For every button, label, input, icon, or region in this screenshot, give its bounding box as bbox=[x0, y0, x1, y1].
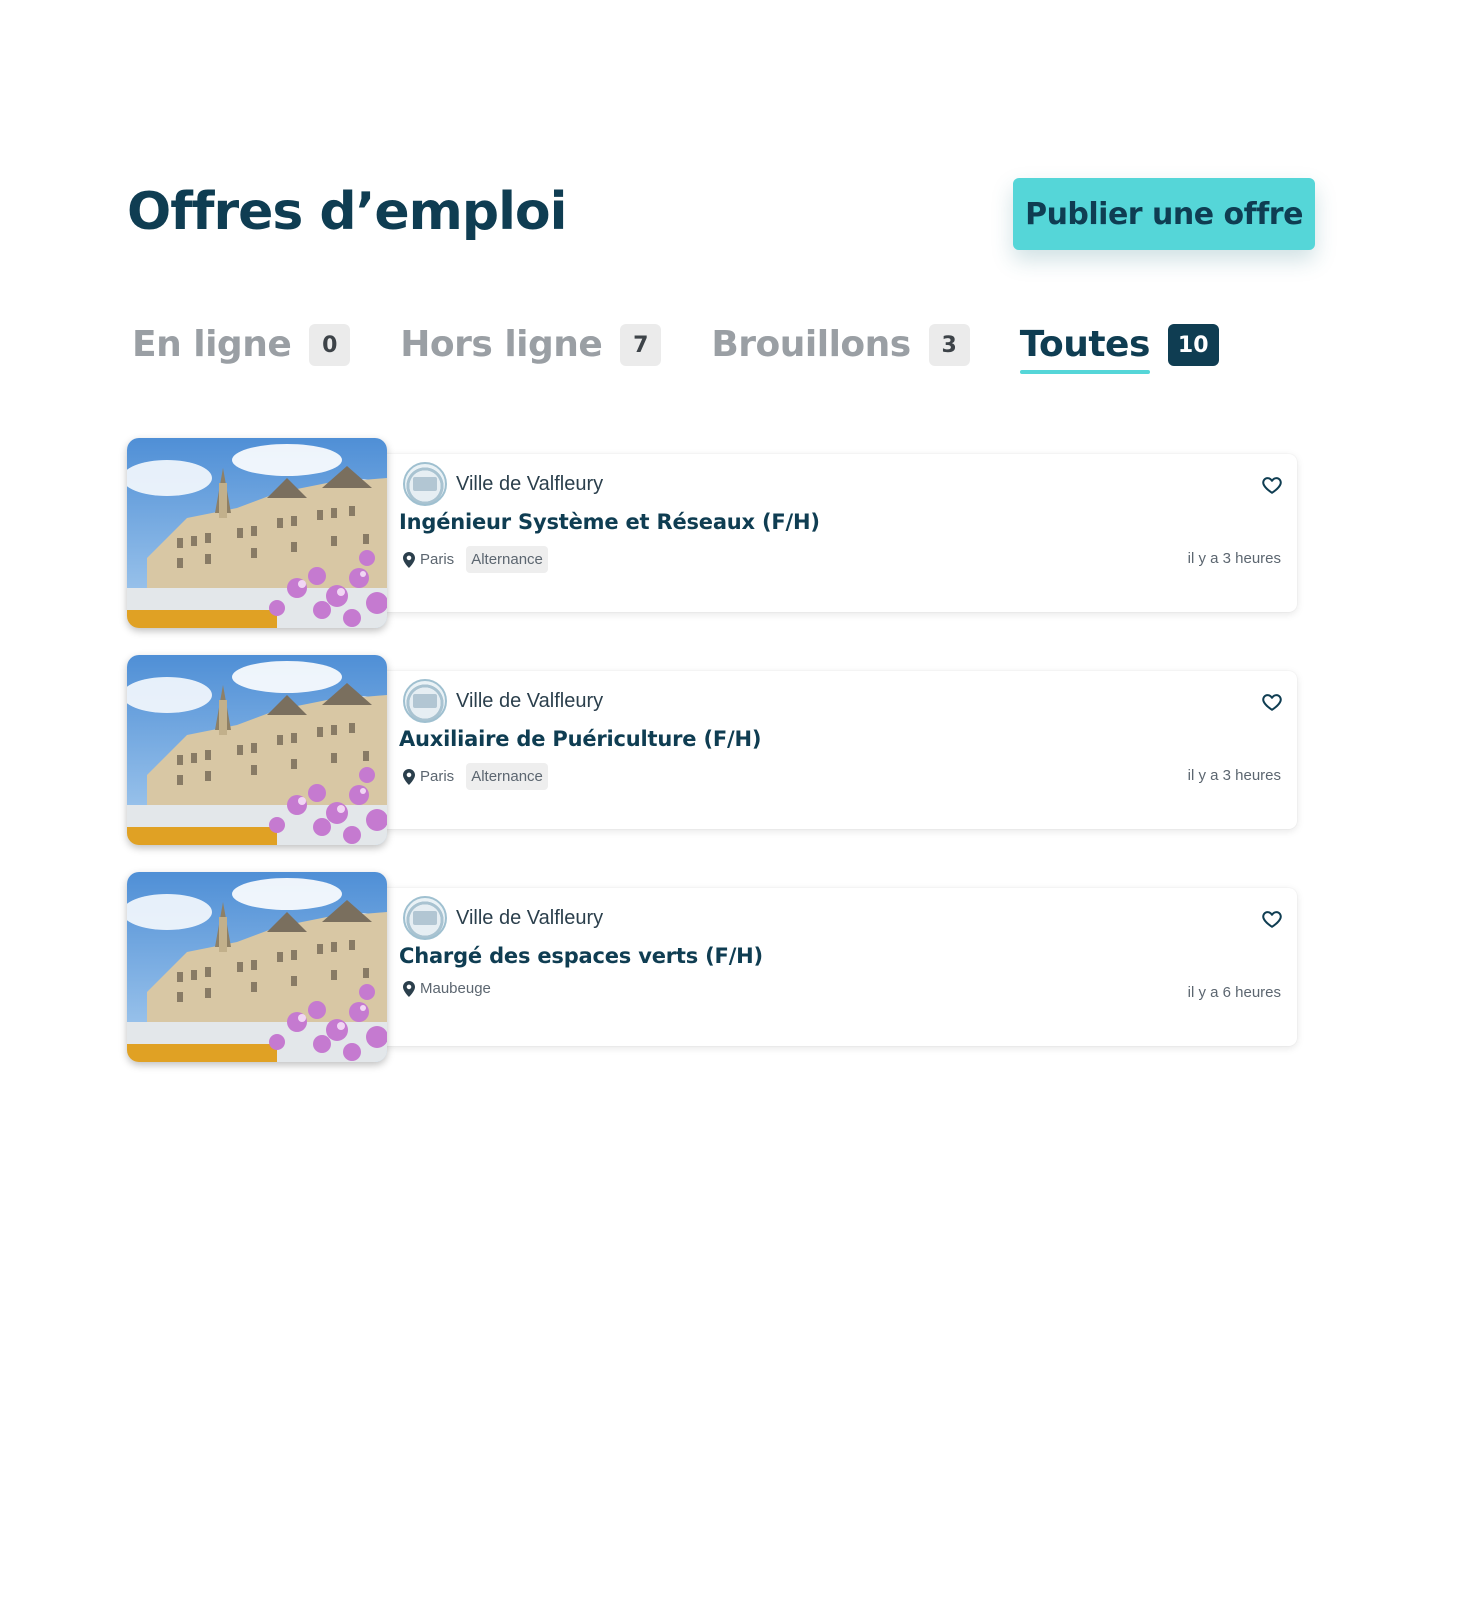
status-tabs: En ligne 0 Hors ligne 7 Brouillons 3 Tou… bbox=[132, 322, 1269, 374]
tab-offline[interactable]: Hors ligne 7 bbox=[400, 322, 662, 368]
tab-count-badge: 7 bbox=[620, 324, 662, 366]
job-title[interactable]: Chargé des espaces verts (F/H) bbox=[399, 944, 763, 968]
tab-count-badge: 3 bbox=[928, 324, 970, 366]
posted-time: il y a 6 heures bbox=[1187, 984, 1281, 1001]
job-meta: Paris Alternance bbox=[403, 546, 548, 573]
heart-outline-icon[interactable] bbox=[1261, 908, 1283, 930]
job-image bbox=[127, 872, 387, 1062]
job-meta: Maubeuge bbox=[403, 980, 491, 997]
job-image bbox=[127, 438, 387, 628]
map-pin-icon bbox=[403, 768, 415, 785]
job-image bbox=[127, 655, 387, 845]
posted-time: il y a 3 heures bbox=[1187, 767, 1281, 784]
tab-label: Toutes bbox=[1019, 322, 1150, 374]
job-card[interactable]: Ville de Valfleury Auxiliaire de Puéricu… bbox=[127, 655, 1307, 845]
job-location: Maubeuge bbox=[420, 980, 491, 997]
tab-label: Hors ligne bbox=[400, 324, 603, 365]
tab-all[interactable]: Toutes 10 bbox=[1019, 322, 1219, 374]
organization-logo bbox=[403, 462, 447, 506]
organization: Ville de Valfleury bbox=[403, 462, 603, 506]
heart-outline-icon[interactable] bbox=[1261, 474, 1283, 496]
posted-time: il y a 3 heures bbox=[1187, 550, 1281, 567]
job-card-body[interactable]: Ville de Valfleury Chargé des espaces ve… bbox=[377, 888, 1297, 1046]
contract-tag: Alternance bbox=[466, 546, 548, 573]
heart-outline-icon[interactable] bbox=[1261, 691, 1283, 713]
organization-name: Ville de Valfleury bbox=[456, 472, 604, 495]
map-pin-icon bbox=[403, 551, 415, 568]
tab-label: Brouillons bbox=[711, 324, 911, 365]
job-card-body[interactable]: Ville de Valfleury Ingénieur Système et … bbox=[377, 454, 1297, 612]
tab-drafts[interactable]: Brouillons 3 bbox=[711, 322, 970, 368]
tab-count-badge: 10 bbox=[1167, 324, 1219, 366]
organization-name: Ville de Valfleury bbox=[456, 906, 604, 929]
job-card-body[interactable]: Ville de Valfleury Auxiliaire de Puéricu… bbox=[377, 671, 1297, 829]
job-location: Paris bbox=[420, 551, 455, 568]
organization: Ville de Valfleury bbox=[403, 896, 603, 940]
map-pin-icon bbox=[403, 980, 415, 997]
organization-logo bbox=[403, 679, 447, 723]
job-card[interactable]: Ville de Valfleury Chargé des espaces ve… bbox=[127, 872, 1307, 1062]
tab-count-badge: 0 bbox=[309, 324, 351, 366]
job-location: Paris bbox=[420, 768, 455, 785]
job-title[interactable]: Ingénieur Système et Réseaux (F/H) bbox=[399, 510, 820, 534]
page-title: Offres d’emploi bbox=[127, 182, 567, 242]
organization: Ville de Valfleury bbox=[403, 679, 603, 723]
publish-offer-button[interactable]: Publier une offre bbox=[1013, 178, 1315, 250]
organization-name: Ville de Valfleury bbox=[456, 689, 604, 712]
job-card[interactable]: Ville de Valfleury Ingénieur Système et … bbox=[127, 438, 1307, 628]
tab-online[interactable]: En ligne 0 bbox=[132, 322, 351, 368]
job-title[interactable]: Auxiliaire de Puériculture (F/H) bbox=[399, 727, 761, 751]
job-meta: Paris Alternance bbox=[403, 763, 548, 790]
tab-label: En ligne bbox=[132, 324, 292, 365]
contract-tag: Alternance bbox=[466, 763, 548, 790]
job-list: Ville de Valfleury Ingénieur Système et … bbox=[127, 438, 1307, 1089]
organization-logo bbox=[403, 896, 447, 940]
